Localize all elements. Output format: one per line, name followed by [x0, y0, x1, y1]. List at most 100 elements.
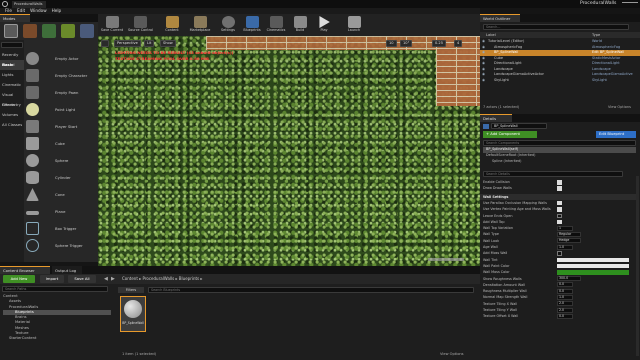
component-search-input[interactable]: Search Components — [483, 140, 636, 146]
import-button[interactable]: Import — [40, 275, 64, 283]
lit-button[interactable]: Lit — [144, 40, 155, 47]
play-button[interactable]: Play — [312, 14, 336, 36]
category-basic[interactable]: Basic — [0, 60, 24, 70]
outliner-row[interactable]: ◉ SkyLight SkyLight — [480, 78, 640, 84]
tab-content-browser[interactable]: Content Browser — [0, 266, 50, 274]
details-scrollbar[interactable] — [636, 176, 639, 356]
place-item[interactable]: Cylinder — [25, 169, 97, 186]
place-item[interactable]: Point Light — [25, 101, 97, 118]
foliage-mode-icon[interactable] — [61, 24, 75, 38]
tab-output-log[interactable]: Output Log — [52, 266, 82, 274]
place-item[interactable]: Empty Character — [25, 67, 97, 84]
actor-name-field[interactable]: BP_SplineWall — [491, 123, 547, 129]
blueprints-button[interactable]: Blueprints — [240, 14, 264, 36]
tree-item[interactable]: StarterContent — [3, 336, 111, 341]
place-item[interactable]: Box Trigger — [25, 220, 97, 237]
place-item[interactable]: Sphere Trigger — [25, 237, 97, 254]
window-controls[interactable] — [622, 2, 638, 6]
geometry-mode-icon[interactable] — [80, 24, 94, 38]
property-value-field[interactable]: Regular — [557, 231, 581, 237]
tab-details[interactable]: Details — [480, 114, 512, 122]
perspective-button[interactable]: Perspective — [114, 40, 141, 47]
property-value-field[interactable]: 1 — [557, 225, 573, 231]
outliner-search-input[interactable]: Search... — [483, 24, 629, 30]
property-value-field[interactable]: 2.0 — [557, 307, 573, 313]
rotation-snap-button[interactable]: 10° — [400, 40, 413, 47]
category-volumes[interactable]: Volumes — [0, 110, 24, 120]
camera-speed-button[interactable]: 4 — [454, 40, 463, 47]
place-item[interactable]: Cone — [25, 186, 97, 203]
breadcrumb-blueprints[interactable]: Blueprints — [179, 276, 199, 281]
place-item[interactable]: Empty Pawn — [25, 84, 97, 101]
place-item[interactable]: Cube — [25, 135, 97, 152]
place-item[interactable]: Sphere — [25, 152, 97, 169]
place-search-input[interactable] — [1, 42, 23, 48]
column-label[interactable]: Label — [486, 32, 496, 38]
property-checkbox[interactable] — [557, 207, 562, 212]
level-viewport[interactable]: Perspective Lit Show 10 10° 0.25 4 LIGHT… — [98, 36, 480, 266]
category-geometry[interactable]: Geometry — [0, 100, 24, 110]
property-value-field[interactable]: 0.0 — [557, 313, 573, 319]
visibility-eye-icon[interactable]: ◉ — [482, 78, 485, 84]
property-value-field[interactable]: Hedge — [557, 238, 581, 244]
color-swatch[interactable] — [557, 263, 629, 269]
show-button[interactable]: Show — [160, 40, 176, 47]
column-type[interactable]: Type — [592, 32, 600, 38]
viewport-options-button[interactable] — [101, 40, 109, 47]
landscape-mode-icon[interactable] — [42, 24, 56, 38]
paint-mode-icon[interactable] — [23, 24, 37, 38]
place-item[interactable]: Plane — [25, 203, 97, 220]
color-swatch[interactable] — [557, 257, 629, 263]
property-value-field[interactable]: 1.0 — [557, 294, 573, 300]
asset-tile[interactable]: BP_SplineWall — [120, 296, 146, 332]
place-item[interactable]: Player Start — [25, 118, 97, 135]
path-search-input[interactable]: Search Paths — [2, 286, 108, 292]
property-checkbox[interactable] — [557, 219, 562, 225]
place-mode-icon[interactable] — [4, 24, 18, 38]
category-lights[interactable]: Lights — [0, 70, 24, 80]
cinematics-button[interactable]: Cinematics — [264, 14, 288, 36]
property-value-field[interactable]: 1.0 — [557, 244, 573, 250]
property-checkbox[interactable] — [557, 251, 562, 256]
property-value-field[interactable]: 0.0 — [557, 288, 573, 294]
category-all-classes[interactable]: All Classes — [0, 120, 24, 130]
property-checkbox[interactable] — [557, 186, 562, 191]
component-self[interactable]: BP_SplineWall(self) — [483, 147, 636, 153]
category-cinematic[interactable]: Cinematic — [0, 80, 24, 90]
content-button[interactable]: Content — [160, 14, 184, 36]
component-spline[interactable]: Spline (Inherited) — [492, 159, 521, 163]
edit-blueprint-button[interactable]: Edit Blueprint — [596, 131, 636, 138]
property-checkbox[interactable] — [557, 180, 562, 185]
breadcrumb-proceduralwalls[interactable]: ProceduralWalls — [142, 276, 174, 281]
outliner-view-options[interactable]: View Options — [608, 105, 631, 109]
place-item[interactable]: Empty Actor — [25, 50, 97, 67]
settings-button[interactable]: Settings — [216, 14, 240, 36]
property-value-field[interactable]: 0.0 — [557, 282, 573, 288]
source-control-button[interactable]: Source Control — [128, 14, 153, 36]
category-recently-placed[interactable]: Recently Placed — [0, 50, 24, 67]
property-checkbox[interactable] — [557, 200, 562, 206]
grid-snap-button[interactable]: 10 — [386, 40, 397, 47]
property-checkbox[interactable] — [557, 213, 562, 218]
component-default-scene-root[interactable]: DefaultSceneRoot (Inherited) — [486, 153, 535, 157]
project-tab[interactable]: ProceduralWalls — [12, 1, 46, 8]
details-search-input[interactable]: Search Details — [483, 171, 623, 177]
scale-snap-button[interactable]: 0.25 — [432, 40, 447, 47]
add-component-button[interactable]: + Add Component — [483, 131, 537, 138]
build-button[interactable]: Build — [288, 14, 312, 36]
content-view-options[interactable]: View Options — [440, 352, 464, 356]
filters-button[interactable]: Filters — [118, 287, 144, 293]
tab-world-outliner[interactable]: World Outliner — [480, 14, 520, 22]
forward-arrow-icon[interactable]: ▶ — [111, 276, 115, 282]
save-current-button[interactable]: Save Current — [100, 14, 124, 36]
save-all-button[interactable]: Save All — [68, 275, 96, 283]
launch-button[interactable]: Launch — [342, 14, 366, 36]
asset-search-input[interactable]: Search Blueprints — [148, 287, 474, 293]
property-value-field[interactable]: 300.0 — [557, 276, 581, 282]
back-arrow-icon[interactable]: ◀ — [104, 276, 108, 282]
color-swatch[interactable] — [557, 270, 629, 275]
add-new-button[interactable]: Add New — [3, 275, 35, 283]
category-visual-effects[interactable]: Visual Effects — [0, 90, 24, 107]
breadcrumb-content[interactable]: Content — [122, 276, 138, 281]
marketplace-button[interactable]: Marketplace — [188, 14, 212, 36]
